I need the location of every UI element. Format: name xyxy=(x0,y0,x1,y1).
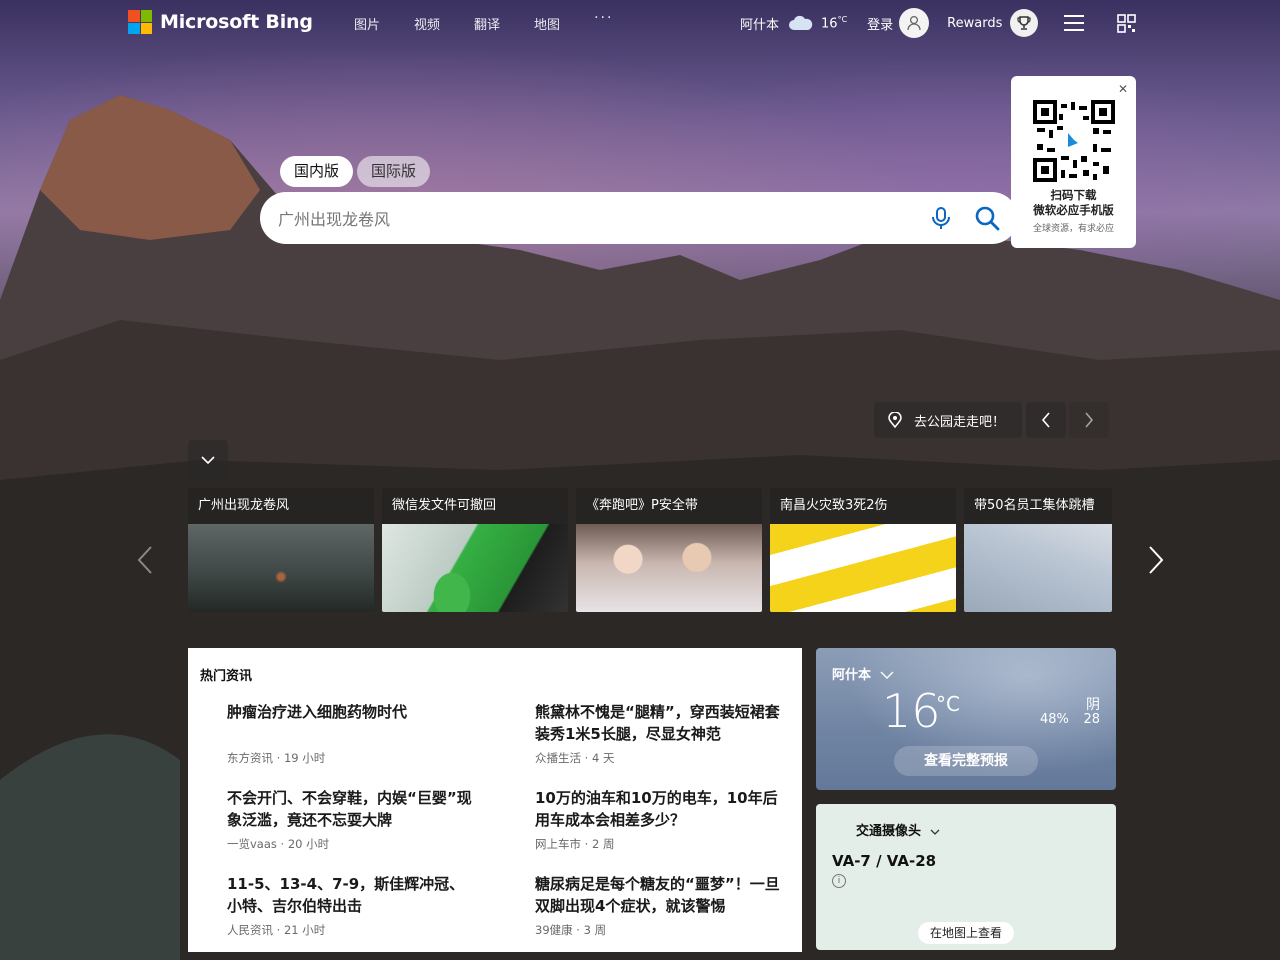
traffic-camera-card: 交通摄像头 VA-7 / VA-28 i 在地图上查看 xyxy=(816,804,1116,950)
weather-aqi: 28 xyxy=(1083,712,1100,727)
trending-carousel: 广州出现龙卷风 微信发文件可撤回 《奔跑吧》P安全带 南昌火灾致3死2伤 带50… xyxy=(188,488,1112,612)
trending-card[interactable]: 广州出现龙卷风 xyxy=(188,488,374,612)
weather-condition: 阴 xyxy=(1086,697,1100,713)
previous-image-button[interactable] xyxy=(1026,402,1066,438)
qr-text-line1: 扫码下载 xyxy=(1050,188,1097,202)
trending-card-title: 南昌火灾致3死2伤 xyxy=(770,488,956,524)
news-source: 一览vaas · 20 小时 xyxy=(227,837,330,851)
news-source: 39健康 · 3 周 xyxy=(535,923,607,937)
image-info-button[interactable]: 去公园走走吧！ xyxy=(874,402,1022,438)
news-item[interactable]: 熊黛林不愧是“腿精”，穿西装短裙套装秀1米5长腿，尽显女神范 xyxy=(535,701,785,745)
news-item[interactable]: 糖尿病足是每个糖友的“噩梦”！一旦双脚出现4个症状，就该警惕 xyxy=(535,873,785,917)
top-city[interactable]: 阿什本 xyxy=(740,14,779,33)
search-input[interactable] xyxy=(276,192,900,246)
trophy-icon xyxy=(1017,16,1031,30)
trending-card-thumbnail xyxy=(382,524,568,612)
qr-download-popup: ✕ 扫码下载 微软必应手机版 全球资源，有求必应 xyxy=(1011,76,1136,248)
news-item[interactable]: 11-5、13-4、7-9，斯佳辉冲冠、小特、吉尔伯特出击 xyxy=(227,873,477,917)
news-title: 不会开门、不会穿鞋，内娱“巨婴”现象泛滥，竟还不忘耍大牌 xyxy=(227,789,472,829)
next-image-button[interactable] xyxy=(1069,402,1109,438)
news-source: 众播生活 · 4 天 xyxy=(535,751,615,765)
tab-domestic[interactable]: 国内版 xyxy=(280,156,354,187)
search-icon[interactable] xyxy=(974,205,1000,231)
news-title: 肿瘤治疗进入细胞药物时代 xyxy=(227,703,408,721)
weather-card: 阿什本 16 °C 阴 48% 28 查看完整预报 xyxy=(816,648,1116,790)
image-caption: 去公园走走吧！ xyxy=(914,414,1006,430)
trending-card-thumbnail xyxy=(964,524,1112,612)
nav-videos[interactable]: 视频 xyxy=(414,14,440,33)
chevron-down-icon xyxy=(880,671,894,679)
trending-card-title: 《奔跑吧》P安全带 xyxy=(576,488,762,524)
qr-text-line3: 全球资源，有求必应 xyxy=(1032,224,1114,234)
rewards-trophy-button[interactable] xyxy=(1010,9,1039,37)
news-title: 10万的油车和10万的电车，10年后用车成本会相差多少？ xyxy=(535,789,778,829)
news-item[interactable]: 10万的油车和10万的电车，10年后用车成本会相差多少？ xyxy=(535,787,785,831)
search-box xyxy=(260,192,1018,246)
nav-more-button[interactable]: ··· xyxy=(594,10,613,33)
region-tabs: 国内版 国际版 xyxy=(280,156,431,187)
top-nav: 图片 视频 翻译 地图 ··· xyxy=(354,10,613,33)
traffic-camera-dropdown[interactable]: 交通摄像头 xyxy=(856,820,940,839)
trending-card-title: 带50名员工集体跳槽 xyxy=(964,488,1112,524)
top-right-group: 阿什本 16°C 登录 Rewards xyxy=(740,6,1137,40)
microphone-icon[interactable] xyxy=(930,206,952,230)
menu-icon[interactable] xyxy=(1064,15,1085,31)
carousel-prev-icon[interactable] xyxy=(136,545,154,575)
microsoft-logo-icon xyxy=(128,10,152,34)
full-forecast-button[interactable]: 查看完整预报 xyxy=(894,746,1038,776)
trending-card-thumbnail xyxy=(770,524,956,612)
carousel-next-icon[interactable] xyxy=(1147,545,1165,575)
collapse-feed-button[interactable] xyxy=(188,440,228,480)
hot-news-panel: 热门资讯 肿瘤治疗进入细胞药物时代 东方资讯 · 19 小时 熊黛林不愧是“腿精… xyxy=(188,648,802,952)
brand-name: Microsoft Bing xyxy=(160,11,313,33)
trending-card-title: 广州出现龙卷风 xyxy=(188,488,374,524)
qr-code-image xyxy=(1033,100,1115,182)
trending-card-title: 微信发文件可撤回 xyxy=(382,488,568,524)
trending-card-thumbnail xyxy=(576,524,762,612)
login-link[interactable]: 登录 xyxy=(867,14,893,33)
news-title: 11-5、13-4、7-9，斯佳辉冲冠、小特、吉尔伯特出击 xyxy=(227,875,465,915)
news-item[interactable]: 肿瘤治疗进入细胞药物时代 xyxy=(227,701,477,723)
news-source: 人民资讯 · 21 小时 xyxy=(227,923,326,937)
info-icon[interactable]: i xyxy=(832,874,846,888)
trending-card[interactable]: 《奔跑吧》P安全带 xyxy=(576,488,762,612)
nav-images[interactable]: 图片 xyxy=(354,14,380,33)
user-icon xyxy=(907,15,921,31)
news-title: 熊黛林不愧是“腿精”，穿西装短裙套装秀1米5长腿，尽显女神范 xyxy=(535,703,780,743)
trending-card[interactable]: 微信发文件可撤回 xyxy=(382,488,568,612)
news-item[interactable]: 不会开门、不会穿鞋，内娱“巨婴”现象泛滥，竟还不忘耍大牌 xyxy=(227,787,477,831)
weather-city-dropdown[interactable]: 阿什本 xyxy=(832,664,894,683)
chevron-right-icon xyxy=(1085,412,1094,428)
trending-card-thumbnail xyxy=(188,524,374,612)
qr-text-line2: 微软必应手机版 xyxy=(1033,203,1114,217)
top-bar: Microsoft Bing 图片 视频 翻译 地图 ··· 阿什本 16°C … xyxy=(0,0,1280,46)
top-temperature[interactable]: 16°C xyxy=(821,15,847,31)
weather-temperature: 16 xyxy=(882,684,941,738)
chevron-left-icon xyxy=(1041,412,1050,428)
news-source: 东方资讯 · 19 小时 xyxy=(227,751,326,765)
news-title: 糖尿病足是每个糖友的“噩梦”！一旦双脚出现4个症状，就该警惕 xyxy=(535,875,780,915)
rewards-link[interactable]: Rewards xyxy=(947,16,1002,31)
cloud-icon xyxy=(789,15,813,30)
tab-international[interactable]: 国际版 xyxy=(357,156,431,187)
weather-humidity: 48% xyxy=(1040,712,1069,727)
chevron-down-icon xyxy=(201,456,215,464)
news-source: 网上车市 · 2 周 xyxy=(535,837,615,851)
qr-code-icon[interactable] xyxy=(1117,13,1137,33)
trending-card[interactable]: 南昌火灾致3死2伤 xyxy=(770,488,956,612)
trending-card[interactable]: 带50名员工集体跳槽 xyxy=(964,488,1112,612)
nav-maps[interactable]: 地图 xyxy=(534,14,560,33)
nav-translate[interactable]: 翻译 xyxy=(474,14,500,33)
weather-unit: °C xyxy=(936,692,960,716)
view-on-map-button[interactable]: 在地图上查看 xyxy=(918,922,1015,944)
bing-logo[interactable]: Microsoft Bing xyxy=(128,10,313,34)
close-icon[interactable]: ✕ xyxy=(1118,82,1128,96)
avatar[interactable] xyxy=(899,8,930,38)
location-pin-icon xyxy=(888,412,902,428)
chevron-down-icon xyxy=(930,829,940,835)
news-heading: 热门资讯 xyxy=(200,669,253,684)
traffic-route: VA-7 / VA-28 xyxy=(832,852,937,870)
